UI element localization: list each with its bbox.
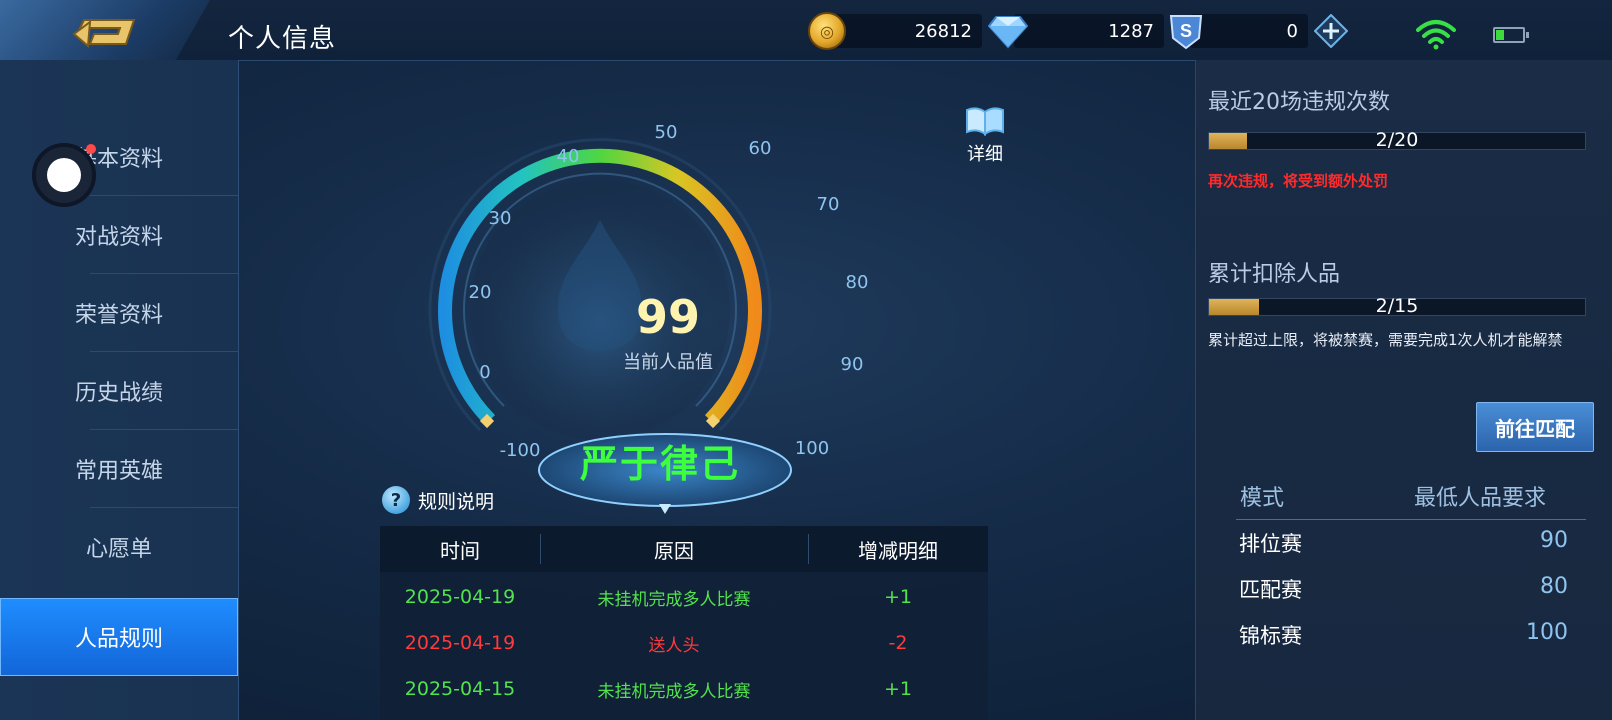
mode-requirement-ranked: 90 xyxy=(1540,528,1568,553)
gauge-tick: 40 xyxy=(556,146,580,167)
mode-name-match: 匹配赛 xyxy=(1239,578,1302,602)
coin-amount: 26812 xyxy=(832,14,982,48)
credit-score-value: 99 xyxy=(635,290,700,344)
credit-grade-title: 严于律己 xyxy=(579,442,740,486)
table-row: 2025-04-19 送人头 -2 xyxy=(380,620,988,666)
floating-assistive-button[interactable] xyxy=(32,143,96,207)
diamond-counter: 1287 xyxy=(988,14,1164,49)
rules-help-button[interactable]: ? 规则说明 xyxy=(382,486,494,514)
rules-label: 规则说明 xyxy=(418,490,495,513)
voucher-counter: S 0 xyxy=(1168,14,1348,50)
table-row: 2025-04-15 未挂机完成多人比赛 +1 xyxy=(380,666,988,712)
sidebar-item-label: 历史战绩 xyxy=(74,381,163,406)
violations-progress-text: 2/20 xyxy=(1375,129,1419,151)
sidebar-item-honor-info[interactable]: 荣誉资料 xyxy=(0,274,238,352)
row-time: 2025-04-19 xyxy=(404,586,516,608)
question-icon: ? xyxy=(382,486,410,514)
requirement-column-header: 最低人品要求 xyxy=(1414,486,1547,511)
row-delta: +1 xyxy=(883,586,912,608)
row-delta: -2 xyxy=(888,632,908,654)
sidebar-item-label: 荣誉资料 xyxy=(74,303,163,328)
deduction-info: 累计超过上限，将被禁赛，需要完成1次人机才能解禁 xyxy=(1208,331,1563,349)
diamond-icon xyxy=(988,16,1028,49)
gauge-tick: 30 xyxy=(488,208,512,229)
sidebar-item-common-heroes[interactable]: 常用英雄 xyxy=(0,430,238,508)
gauge-tick: 20 xyxy=(468,282,492,303)
voucher-amount: 0 xyxy=(1190,14,1308,48)
column-header-reason: 原因 xyxy=(540,526,808,572)
svg-text:S: S xyxy=(1180,21,1192,41)
sidebar-item-wishlist[interactable]: 心愿单 xyxy=(0,508,238,586)
wifi-icon xyxy=(1416,20,1456,50)
battery-icon xyxy=(1493,27,1529,43)
gauge-tick: 90 xyxy=(840,354,864,375)
table-row: 2025-04-19 未挂机完成多人比赛 +1 xyxy=(380,574,988,620)
mode-name-championship: 锦标赛 xyxy=(1239,624,1302,648)
diamond-amount: 1287 xyxy=(1014,14,1164,48)
detail-label: 详细 xyxy=(967,144,1003,165)
gauge-tick: 70 xyxy=(816,194,840,215)
gauge-tick: 80 xyxy=(845,272,869,293)
table-header: 时间 原因 增减明细 xyxy=(380,526,988,572)
voucher-shield-icon: S xyxy=(1169,15,1203,50)
row-time: 2025-04-19 xyxy=(404,632,516,654)
mode-requirement-championship: 100 xyxy=(1526,620,1568,645)
sidebar-item-label: 常用英雄 xyxy=(74,459,163,484)
sidebar-item-label: 心愿单 xyxy=(85,537,152,562)
row-time: 2025-04-15 xyxy=(404,678,516,700)
gold-coin-icon: ◎ xyxy=(808,12,846,50)
deduction-progress-bar: 2/15 xyxy=(1208,295,1586,317)
deduction-title: 累计扣除人品 xyxy=(1208,262,1341,287)
top-bar: 个人信息 ◎ 26812 1287 S 0 xyxy=(0,0,1612,70)
sidebar-item-label: 对战资料 xyxy=(74,225,163,250)
right-panel: 最近20场违规次数 2/20 再次违规，将受到额外处罚 累计扣除人品 2/15 … xyxy=(1195,60,1612,720)
violations-title: 最近20场违规次数 xyxy=(1208,90,1390,115)
back-arrow-icon xyxy=(72,19,136,49)
detail-button[interactable]: 详细 xyxy=(955,104,1015,166)
row-reason: 未挂机完成多人比赛 xyxy=(597,589,751,610)
page-title: 个人信息 xyxy=(228,24,337,54)
credit-score-caption: 当前人品值 xyxy=(623,352,713,373)
mode-column-header: 模式 xyxy=(1240,486,1285,511)
add-voucher-button[interactable] xyxy=(1314,14,1348,48)
row-reason: 送人头 xyxy=(648,635,700,656)
column-header-delta: 增减明细 xyxy=(808,526,988,572)
deduction-progress-text: 2/15 xyxy=(1375,295,1419,317)
mode-requirement-match: 80 xyxy=(1540,574,1568,599)
book-icon xyxy=(966,107,1004,136)
go-to-match-button[interactable]: 前往匹配 xyxy=(1476,402,1594,452)
gauge-tick: 60 xyxy=(748,138,772,159)
sidebar-item-credit-rules[interactable]: 人品规则 xyxy=(0,598,238,676)
sidebar-item-label: 人品规则 xyxy=(74,627,163,652)
sidebar-item-battle-info[interactable]: 对战资料 xyxy=(0,196,238,274)
row-reason: 未挂机完成多人比赛 xyxy=(597,681,751,702)
coin-counter: ◎ 26812 xyxy=(808,12,982,50)
mode-name-ranked: 排位赛 xyxy=(1239,532,1302,556)
credit-gauge xyxy=(428,138,772,440)
sidebar-item-match-history[interactable]: 历史战绩 xyxy=(0,352,238,430)
violations-progress-bar: 2/20 xyxy=(1208,129,1586,151)
column-header-time: 时间 xyxy=(440,538,480,563)
row-delta: +1 xyxy=(883,678,912,700)
gauge-tick: 0 xyxy=(479,362,491,383)
credit-record-table: 时间 原因 增减明细 2025-04-19 未挂机完成多人比赛 +1 2025-… xyxy=(380,526,988,720)
gauge-tick: 50 xyxy=(654,122,678,143)
violations-warning: 再次违规，将受到额外处罚 xyxy=(1208,172,1389,190)
